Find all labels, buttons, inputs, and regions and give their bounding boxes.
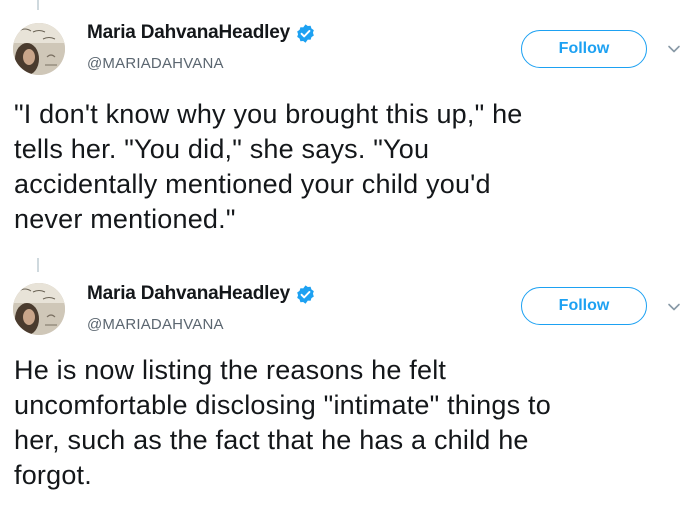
verified-badge-icon (295, 284, 316, 305)
thread-connector-line (37, 0, 39, 10)
tweet: Maria DahvanaHeadley @MARIADAHVANA Follo… (0, 0, 700, 258)
handle[interactable]: @MARIADAHVANA (87, 316, 224, 333)
chevron-down-icon[interactable] (665, 298, 683, 316)
follow-button[interactable]: Follow (521, 30, 647, 68)
follow-button[interactable]: Follow (521, 287, 647, 325)
thread-connector-line (37, 258, 39, 272)
display-name[interactable]: Maria DahvanaHeadley (87, 22, 290, 44)
author-name-row[interactable]: Maria DahvanaHeadley (87, 22, 316, 44)
avatar-image (13, 283, 65, 335)
avatar[interactable] (13, 283, 65, 335)
verified-badge-icon (295, 23, 316, 44)
chevron-down-icon[interactable] (665, 40, 683, 58)
avatar-image (13, 23, 65, 75)
display-name[interactable]: Maria DahvanaHeadley (87, 283, 290, 305)
tweet-text: "I don't know why you brought this up," … (14, 99, 523, 234)
avatar[interactable] (13, 23, 65, 75)
tweet-text: He is now listing the reasons he felt un… (14, 355, 551, 490)
handle[interactable]: @MARIADAHVANA (87, 55, 224, 72)
tweet: Maria DahvanaHeadley @MARIADAHVANA Follo… (0, 258, 700, 519)
author-name-row[interactable]: Maria DahvanaHeadley (87, 283, 316, 305)
